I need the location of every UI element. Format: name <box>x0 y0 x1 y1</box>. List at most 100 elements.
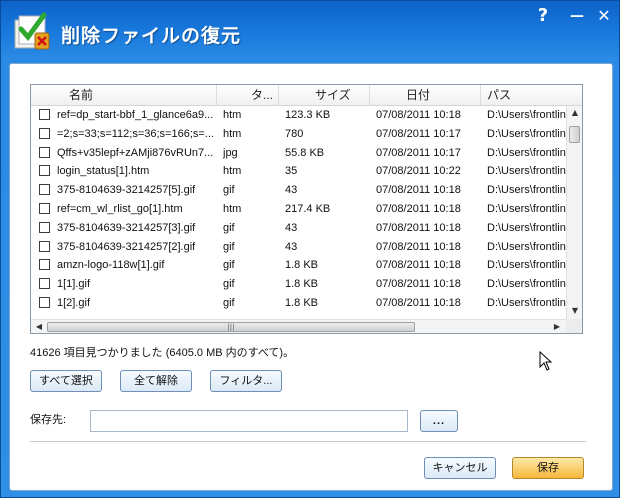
file-type: gif <box>223 240 235 253</box>
file-row[interactable]: amzn-logo-118w[1].gif gif 1.8 KB 07/08/2011… <box>31 256 567 275</box>
file-row[interactable]: login_status[1].htm htm 35 07/08/2011 10:22… <box>31 162 567 181</box>
file-name: ref=cm_wl_rlist_go[1].htm <box>57 203 183 215</box>
file-row[interactable]: Qffs+v35lepf+zAMji876vRUn7... jpg 55.8 KB 0… <box>31 144 567 163</box>
file-path: D:\Users\frontline <box>487 297 567 309</box>
status-text: 41626 項目見つかりました (6405.0 MB 内のすべて)。 <box>30 347 295 359</box>
scroll-corner <box>566 319 582 333</box>
file-date: 07/08/2011 10:18 <box>376 109 461 121</box>
file-path: D:\Users\frontline <box>487 240 567 253</box>
save-button[interactable]: 保存 <box>512 457 584 479</box>
file-date: 07/08/2011 10:18 <box>376 203 461 215</box>
file-size: 780 <box>285 127 304 140</box>
scroll-right-arrow-icon[interactable]: ▶ <box>549 322 565 331</box>
file-list-header: 名前 タ... サイズ 日付 パス <box>31 85 582 106</box>
file-list[interactable]: 名前 タ... サイズ 日付 パス ref=dp_start-bbf_1_gla… <box>30 84 583 334</box>
file-row[interactable]: 375-8104639-3214257[2].gif gif 43 07/08/201… <box>31 238 567 257</box>
column-path[interactable]: パス <box>481 85 582 105</box>
file-size: 43 <box>285 221 298 234</box>
file-size: 43 <box>285 184 298 197</box>
file-path: D:\Users\frontline <box>487 127 567 140</box>
horizontal-scroll-thumb[interactable]: ||| <box>47 322 415 332</box>
file-date: 07/08/2011 10:17 <box>376 127 461 140</box>
window-title: 削除ファイルの復元 <box>61 25 242 47</box>
file-type: htm <box>223 109 242 121</box>
file-name: 375-8104639-3214257[3].gif <box>57 221 196 234</box>
file-checkbox[interactable] <box>39 259 50 271</box>
file-date: 07/08/2011 10:18 <box>376 240 461 253</box>
file-path: D:\Users\frontline <box>487 184 567 197</box>
file-checkbox[interactable] <box>39 221 50 233</box>
scroll-left-arrow-icon[interactable]: ◀ <box>31 322 47 331</box>
file-row[interactable]: 375-8104639-3214257[3].gif gif 43 07/08/201… <box>31 219 567 238</box>
file-name: 375-8104639-3214257[2].gif <box>57 240 196 253</box>
file-date: 07/08/2011 10:17 <box>376 146 461 159</box>
file-checkbox[interactable] <box>39 297 50 308</box>
file-size: 1.8 KB <box>285 278 319 291</box>
file-type: gif <box>223 221 235 234</box>
file-size: 55.8 KB <box>285 146 325 159</box>
scroll-up-arrow-icon[interactable]: ▲ <box>567 108 582 117</box>
file-path: D:\Users\frontline <box>487 259 567 272</box>
file-name: 375-8104639-3214257[5].gif <box>57 184 196 197</box>
file-size: 123.3 KB <box>285 109 331 121</box>
file-name: 1[1].gif <box>57 278 91 291</box>
title-bar[interactable]: 削除ファイルの復元 ? — ✕ <box>1 1 619 59</box>
file-date: 07/08/2011 10:18 <box>376 259 461 272</box>
file-size: 35 <box>285 165 298 178</box>
file-checkbox[interactable] <box>39 127 50 139</box>
file-checkbox[interactable] <box>39 240 50 252</box>
mouse-cursor-icon <box>539 351 553 371</box>
horizontal-scrollbar[interactable]: ◀ ||| ▶ <box>31 319 566 333</box>
file-type: gif <box>223 297 235 309</box>
vertical-scroll-thumb[interactable] <box>569 126 580 143</box>
file-checkbox[interactable] <box>39 278 50 290</box>
select-all-button[interactable]: すべて選択 <box>30 370 102 392</box>
file-path: D:\Users\frontline <box>487 165 567 178</box>
file-name: 1[2].gif <box>57 297 91 309</box>
file-size: 1.8 KB <box>285 259 319 272</box>
file-date: 07/08/2011 10:18 <box>376 184 461 197</box>
file-checkbox[interactable] <box>39 165 50 177</box>
file-size: 217.4 KB <box>285 203 331 215</box>
dialog-body: 名前 タ... サイズ 日付 パス ref=dp_start-bbf_1_gla… <box>9 63 613 491</box>
file-checkbox[interactable] <box>39 146 50 158</box>
column-date[interactable]: 日付 <box>370 85 481 105</box>
file-name: =2;s=33;s=112;s=36;s=166;s=... <box>57 127 214 140</box>
save-path-input[interactable] <box>90 410 408 432</box>
app-logo-icon <box>14 12 50 50</box>
column-name[interactable]: 名前 <box>31 85 217 105</box>
vertical-scrollbar[interactable]: ▲ ▼ <box>566 106 582 319</box>
deselect-all-button[interactable]: 全て解除 <box>120 370 192 392</box>
minimize-button[interactable]: — <box>566 5 588 27</box>
column-size[interactable]: サイズ <box>279 85 370 105</box>
file-name: amzn-logo-118w[1].gif <box>57 259 165 272</box>
column-type[interactable]: タ... <box>217 85 279 105</box>
file-row[interactable]: =2;s=33;s=112;s=36;s=166;s=... htm 780 07/0… <box>31 125 567 144</box>
file-checkbox[interactable] <box>39 109 50 120</box>
file-row[interactable]: 1[2].gif gif 1.8 KB 07/08/2011 10:18 D:\User… <box>31 294 567 313</box>
file-checkbox[interactable] <box>39 203 50 214</box>
save-to-label: 保存先: <box>30 414 67 426</box>
file-path: D:\Users\frontline <box>487 221 567 234</box>
file-row[interactable]: 375-8104639-3214257[5].gif gif 43 07/08/201… <box>31 181 567 200</box>
help-button[interactable]: ? <box>532 5 554 27</box>
file-name: Qffs+v35lepf+zAMji876vRUn7... <box>57 146 214 159</box>
file-row[interactable]: ref=cm_wl_rlist_go[1].htm htm 217.4 KB 07/0… <box>31 200 567 219</box>
file-checkbox[interactable] <box>39 184 50 196</box>
file-type: jpg <box>223 146 238 159</box>
file-date: 07/08/2011 10:18 <box>376 221 461 234</box>
scroll-down-arrow-icon[interactable]: ▼ <box>567 306 582 315</box>
file-date: 07/08/2011 10:18 <box>376 278 461 291</box>
browse-button[interactable]: ... <box>420 410 458 432</box>
cancel-button[interactable]: キャンセル <box>424 457 496 479</box>
file-path: D:\Users\frontline <box>487 278 567 291</box>
file-row[interactable]: 1[1].gif gif 1.8 KB 07/08/2011 10:18 D:\User… <box>31 275 567 294</box>
file-size: 43 <box>285 240 298 253</box>
file-name: ref=dp_start-bbf_1_glance6a9... <box>57 109 214 121</box>
file-date: 07/08/2011 10:22 <box>376 165 461 178</box>
filter-button[interactable]: フィルタ... <box>210 370 282 392</box>
file-path: D:\Users\frontline <box>487 203 567 215</box>
file-row[interactable]: ref=dp_start-bbf_1_glance6a9... htm 123.3 … <box>31 106 567 125</box>
close-button[interactable]: ✕ <box>593 5 615 27</box>
divider <box>30 441 586 442</box>
